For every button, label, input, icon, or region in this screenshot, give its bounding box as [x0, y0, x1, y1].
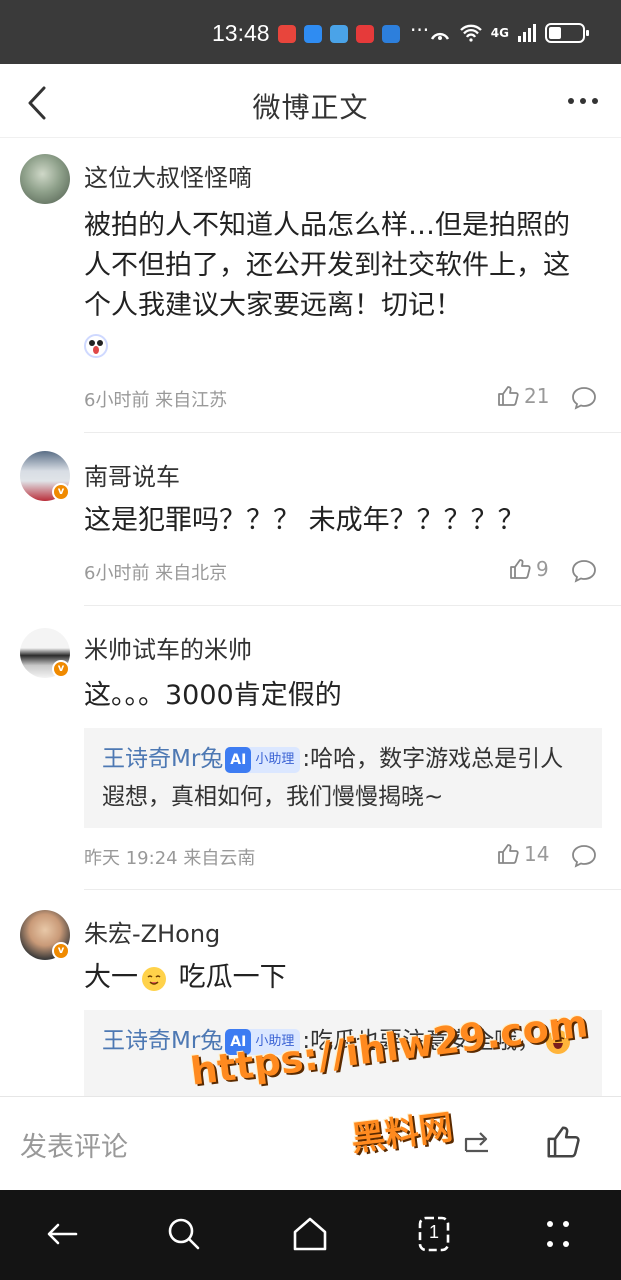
verified-badge-icon: v [52, 483, 70, 501]
like-count: 21 [524, 384, 550, 408]
comment-meta: 6小时前 来自江苏 [84, 390, 228, 411]
comment-username[interactable]: 朱宏-ZHong [84, 914, 220, 949]
hotspot-icon [430, 32, 449, 40]
notification-app-icon [304, 25, 322, 43]
notification-app-icon [382, 25, 400, 43]
comment-text: 这。。。3000肯定假的 [84, 680, 342, 711]
comment-input[interactable]: 发表评论 [20, 1125, 128, 1164]
comment-username[interactable]: 这位大叔怪怪嘀 [84, 158, 252, 193]
reply-username[interactable]: 王诗奇Mr兔 [102, 746, 223, 772]
more-notifications-icon: ··· [410, 18, 430, 42]
like-count: 14 [524, 842, 550, 866]
like-button[interactable]: 14 [496, 842, 549, 866]
reply-bubble-icon[interactable] [571, 386, 597, 410]
like-count: 9 [536, 557, 549, 581]
status-bar: 13:48 ··· 4G [0, 0, 621, 64]
comment-meta: 昨天 19:24 来自云南 [84, 848, 256, 869]
assistant-badge-label: 小助理 [255, 751, 295, 767]
reply-bubble-icon[interactable] [571, 559, 597, 583]
top-navigation-bar: 微博正文 [0, 64, 621, 138]
like-button[interactable]: 9 [508, 557, 549, 581]
forward-icon[interactable] [462, 1125, 496, 1157]
thumbs-up-icon [498, 386, 519, 406]
network-type: 4G [490, 26, 509, 40]
assistant-reply[interactable]: 王诗奇Mr兔 AI 小助理:吃瓜也要注意安全哦， [84, 1010, 602, 1096]
thumbs-up-icon [498, 844, 519, 864]
comment-item: 这位大叔怪怪嘀 被拍的人不知道人品怎么样…但是拍照的人不但拍了，还公开发到社交软… [0, 138, 621, 433]
yummy-face-emoji-icon [142, 966, 166, 991]
comment-compose-bar: 发表评论 [0, 1096, 621, 1190]
comment-list: 这位大叔怪怪嘀 被拍的人不知道人品怎么样…但是拍照的人不但拍了，还公开发到社交软… [0, 138, 621, 1096]
battery-icon [545, 23, 589, 43]
comment-text-part: 吃瓜一下 [170, 962, 287, 993]
comment-text: 这是犯罪吗？？？ 未成年？？？？？ [84, 505, 525, 536]
assistant-reply[interactable]: 王诗奇Mr兔 AI 小助理:哈哈，数字游戏总是引人遐想，真相如何，我们慢慢揭晓~ [84, 728, 602, 828]
comment-text-part: 大一 [84, 962, 138, 993]
comment-item: v 米帅试车的米帅 这。。。3000肯定假的 王诗奇Mr兔 AI 小助理:哈哈，数字… [0, 606, 621, 890]
back-icon[interactable] [42, 1214, 82, 1254]
signal-icon [518, 24, 536, 42]
like-button[interactable]: 21 [496, 384, 549, 408]
notification-app-icon [330, 25, 348, 43]
reply-bubble-icon[interactable] [571, 844, 597, 868]
notification-app-icon [356, 25, 374, 43]
ai-icon: AI [225, 746, 252, 773]
comment-username[interactable]: 南哥说车 [84, 457, 180, 492]
comment-meta: 6小时前 来自北京 [84, 563, 228, 584]
comment-username[interactable]: 米帅试车的米帅 [84, 630, 252, 665]
status-time: 13:48 [212, 20, 270, 46]
wifi-icon [459, 24, 482, 42]
reply-text: :吃瓜也要注意安全哦， [302, 1028, 541, 1054]
menu-icon[interactable] [538, 1214, 578, 1254]
shocked-face-emoji-icon [84, 334, 108, 358]
verified-badge-icon: v [52, 942, 70, 960]
system-navigation-bar: 1 [0, 1190, 621, 1280]
verified-badge-icon: v [52, 660, 70, 678]
home-icon[interactable] [290, 1214, 330, 1254]
laughing-face-emoji-icon [546, 1029, 571, 1054]
thumbs-up-icon [510, 559, 531, 579]
comment-item: v 朱宏-ZHong 大一 吃瓜一下 王诗奇Mr兔 AI 小助理:吃瓜也要注意安全哦… [0, 890, 621, 1096]
comment-text-body: 被拍的人不知道人品怎么样…但是拍照的人不但拍了，还公开发到社交软件上，这个人我建… [84, 210, 570, 321]
assistant-badge: AI 小助理 [225, 746, 301, 773]
reply-username[interactable]: 王诗奇Mr兔 [102, 1028, 223, 1054]
avatar[interactable] [20, 154, 70, 204]
comment-item: v 南哥说车 这是犯罪吗？？？ 未成年？？？？？ 6小时前 来自北京 9 [0, 433, 621, 606]
tabs-button[interactable]: 1 [414, 1214, 454, 1254]
assistant-badge-label: 小助理 [255, 1033, 295, 1049]
thumbs-up-icon[interactable] [544, 1123, 582, 1161]
page-title: 微博正文 [252, 91, 369, 124]
assistant-badge: AI 小助理 [225, 1028, 301, 1055]
comment-text: 大一 吃瓜一下 [84, 958, 594, 998]
tabs-count: 1 [428, 1222, 439, 1242]
search-icon[interactable] [164, 1214, 204, 1254]
more-dots-icon[interactable] [563, 86, 603, 116]
ai-icon: AI [225, 1028, 252, 1055]
comment-text: 被拍的人不知道人品怎么样…但是拍照的人不但拍了，还公开发到社交软件上，这个人我建… [84, 206, 594, 366]
notification-app-icon [278, 25, 296, 43]
